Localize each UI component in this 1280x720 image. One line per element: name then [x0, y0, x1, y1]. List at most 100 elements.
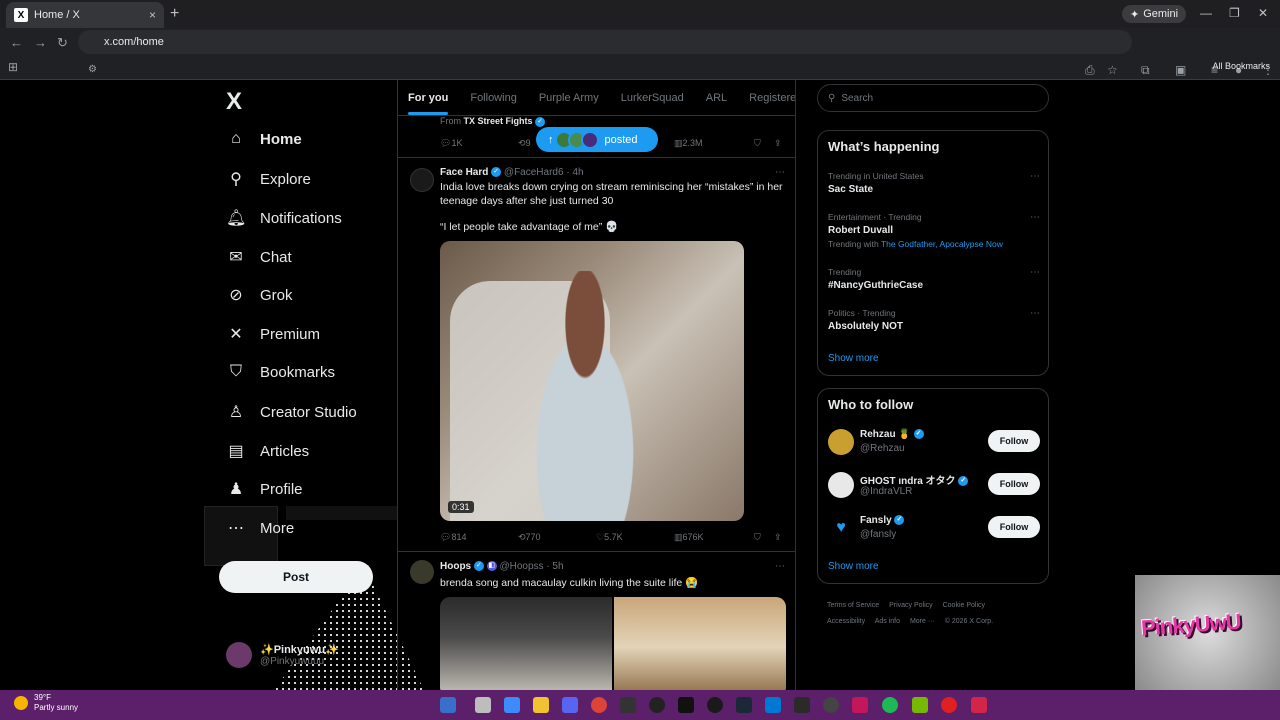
nav-creator-studio[interactable]: ♙ Creator Studio — [226, 402, 357, 422]
apps-icon[interactable]: ⊞ — [8, 60, 18, 74]
share-icon[interactable]: ⇪ — [774, 138, 782, 149]
chrome-icon[interactable] — [591, 697, 607, 713]
tab-lurkersquad[interactable]: LurkerSquad — [621, 92, 684, 104]
app-icon[interactable] — [794, 697, 810, 713]
tab-for-you[interactable]: For you — [408, 92, 449, 115]
tweet-video[interactable]: 0:31 — [440, 241, 744, 521]
nvidia-icon[interactable] — [912, 697, 928, 713]
more-options-icon[interactable]: ⋯ — [775, 167, 785, 178]
obs-icon[interactable] — [649, 697, 665, 713]
trend-item[interactable]: Trending in United States Sac State ⋯ — [828, 171, 1040, 195]
nav-articles[interactable]: ▤ Articles — [226, 441, 309, 461]
footer-link[interactable]: Accessibility — [827, 618, 865, 625]
avatar[interactable] — [410, 168, 434, 192]
footer-link[interactable]: Privacy Policy — [889, 602, 933, 609]
footer-link[interactable]: Ads info — [875, 618, 900, 625]
retweet-button[interactable]: ⟲ 9 — [518, 138, 531, 149]
folder-icon[interactable] — [533, 697, 549, 713]
show-more-link[interactable]: Show more — [828, 353, 879, 364]
tweet-author-handle[interactable]: @Hoopss — [499, 561, 543, 572]
url-bar[interactable]: x.com/home — [78, 30, 1132, 54]
more-options-icon[interactable]: ⋯ — [775, 561, 785, 572]
nav-profile[interactable]: ♟ Profile — [226, 479, 303, 499]
gemini-button[interactable]: ✦ Gemini — [1122, 5, 1187, 23]
spotify-icon[interactable] — [882, 697, 898, 713]
x-logo-icon[interactable]: X — [226, 88, 242, 116]
follow-suggestion[interactable]: Rehzau 🍍 ✓ @Rehzau Follow — [828, 427, 1040, 457]
app-icon[interactable] — [823, 697, 839, 713]
more-options-icon[interactable]: ⋯ — [1030, 267, 1040, 278]
nav-notifications[interactable]: 🔔︎ Notifications — [226, 208, 342, 228]
post-button[interactable]: Post — [219, 561, 373, 593]
browser-tab-home[interactable]: X Home / X × — [6, 2, 164, 28]
tweet-image[interactable] — [614, 597, 786, 690]
tweet-time[interactable]: 5h — [552, 561, 563, 572]
tab-registered[interactable]: Registered Fle — [749, 92, 795, 104]
outlook-icon[interactable] — [765, 697, 781, 713]
more-options-icon[interactable]: ⋯ — [1030, 171, 1040, 182]
share-icon[interactable]: ⇪ — [774, 532, 782, 543]
views-button[interactable]: ▥ 2.3M — [674, 138, 703, 149]
new-posts-pill[interactable]: ↑ posted — [536, 127, 658, 152]
footer-link[interactable]: More ··· — [910, 618, 935, 625]
close-tab-icon[interactable]: × — [149, 8, 156, 22]
follow-button[interactable]: Follow — [988, 473, 1040, 495]
trend-item[interactable]: Entertainment · Trending Robert Duvall T… — [828, 212, 1040, 249]
file-icon[interactable] — [475, 697, 491, 713]
tweet-author-name[interactable]: Face Hard — [440, 167, 488, 178]
bookmark-icon[interactable]: ⛉ — [754, 532, 761, 543]
active-app-icon[interactable] — [971, 697, 987, 713]
tab-following[interactable]: Following — [470, 92, 516, 104]
avatar[interactable] — [410, 560, 434, 584]
trend-item[interactable]: Politics · Trending Absolutely NOT ⋯ — [828, 308, 1040, 332]
trend-item[interactable]: Trending #NancyGuthrieCase ⋯ — [828, 267, 1040, 291]
bookmark-icon[interactable]: ⛉ — [754, 138, 761, 149]
close-window-icon[interactable]: ✕ — [1258, 6, 1268, 20]
more-options-icon[interactable]: ⋯ — [1030, 308, 1040, 319]
github-icon[interactable] — [707, 697, 723, 713]
reload-icon[interactable]: ↻ — [57, 35, 68, 51]
more-options-icon[interactable]: ⋯ — [1030, 212, 1040, 223]
nav-home[interactable]: ⌂ Home — [226, 130, 302, 148]
tweet-author-handle[interactable]: @FaceHard6 — [504, 167, 564, 178]
tweet-time[interactable]: 4h — [572, 167, 583, 178]
footer-link[interactable]: Cookie Policy — [943, 602, 985, 609]
tweet-images[interactable] — [440, 597, 786, 690]
weather-widget[interactable]: 39°F Partly sunny — [14, 693, 78, 713]
follow-suggestion[interactable]: GHOST ındra オタク ✓ @IndraVLR Follow — [828, 470, 1040, 500]
retweet-button[interactable]: ⟲ 770 — [518, 532, 541, 543]
nav-grok[interactable]: ⊘ Grok — [226, 285, 292, 305]
restore-icon[interactable]: ❐ — [1229, 6, 1240, 20]
app-icon[interactable] — [941, 697, 957, 713]
nav-more[interactable]: ⋯ More — [226, 518, 294, 538]
tab-purple-army[interactable]: Purple Army — [539, 92, 599, 104]
new-tab-button[interactable]: + — [170, 5, 179, 23]
nav-explore[interactable]: ⚲ Explore — [226, 169, 311, 189]
views-button[interactable]: ▥ 676K — [674, 532, 704, 543]
reply-button[interactable]: 💬︎ 814 — [440, 532, 466, 543]
copilot-icon[interactable] — [504, 697, 520, 713]
tweet-author-name[interactable]: Hoops — [440, 561, 471, 572]
follow-button[interactable]: Follow — [988, 430, 1040, 452]
reply-button[interactable]: 💬︎ 1K — [440, 138, 462, 149]
search-input[interactable]: ⚲ Search — [817, 84, 1049, 112]
app-icon[interactable] — [852, 697, 868, 713]
tab-arl[interactable]: ARL — [706, 92, 727, 104]
all-bookmarks[interactable]: All Bookmarks — [1212, 61, 1270, 71]
account-switcher[interactable]: ✨Pinkyuwu✨ @Pinkyuwuuu — [226, 642, 339, 668]
follow-button[interactable]: Follow — [988, 516, 1040, 538]
minimize-icon[interactable]: — — [1200, 6, 1212, 20]
follow-suggestion[interactable]: ♥ Fansly ✓ @fansly Follow — [828, 513, 1040, 543]
trend-related-links[interactable]: The Godfather, Apocalypse Now — [881, 239, 1003, 249]
like-button[interactable]: ♡ 5.7K — [596, 532, 623, 543]
mail-app-icon[interactable] — [620, 697, 636, 713]
steam-icon[interactable] — [736, 697, 752, 713]
footer-link[interactable]: Terms of Service — [827, 602, 879, 609]
nav-premium[interactable]: ✕ Premium — [226, 324, 320, 344]
tweet-image[interactable] — [440, 597, 612, 690]
community-name[interactable]: TX Street Fights — [464, 116, 533, 126]
nav-chat[interactable]: ✉ Chat — [226, 247, 291, 267]
discord-icon[interactable] — [562, 697, 578, 713]
epic-games-icon[interactable] — [678, 697, 694, 713]
nav-bookmarks[interactable]: ⛉ Bookmarks — [226, 363, 335, 381]
